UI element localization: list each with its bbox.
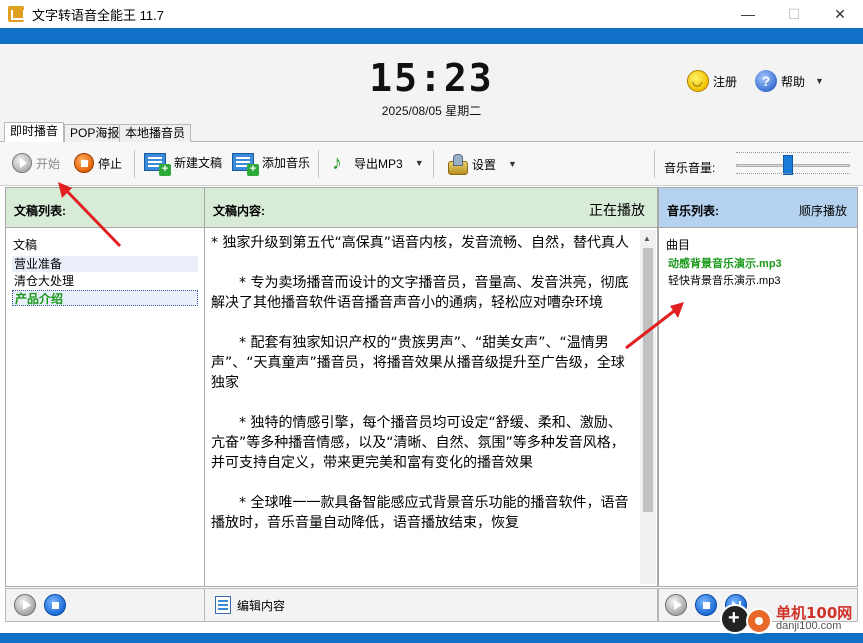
chevron-down-icon[interactable]: ▼ <box>508 159 517 169</box>
settings-label: 设置 <box>472 157 497 172</box>
music-list: 曲目 动感背景音乐演示.mp3 轻快背景音乐演示.mp3 <box>662 230 854 583</box>
music-list-panel: 音乐列表: 顺序播放 曲目 动感背景音乐演示.mp3 轻快背景音乐演示.mp3 <box>658 187 858 587</box>
content-paragraph: * 配套有独家知识产权的“贵族男声”、“甜美女声”、“温情男声”、“天真童声”播… <box>211 335 625 391</box>
content-paragraph: * 独家升级到第五代“高保真”语音内核，发音流畅、自然，替代真人 <box>211 235 629 251</box>
list-item-playing[interactable]: 动感背景音乐演示.mp3 <box>668 256 848 272</box>
content-paragraph: * 独特的情感引擎，每个播音员均可设定“舒缓、柔和、激励、亢奋”等多种播音情感，… <box>211 415 625 471</box>
edit-doc-icon <box>215 596 231 614</box>
music-list-column-header: 曲目 <box>666 238 691 252</box>
play-icon[interactable] <box>14 594 36 616</box>
play-mode[interactable]: 顺序播放 <box>799 202 847 219</box>
tab-local-announcer[interactable]: 本地播音员 <box>119 124 192 142</box>
playback-status: 正在播放 <box>589 202 645 218</box>
toolbar-divider <box>433 150 434 178</box>
smiley-icon <box>687 70 709 92</box>
play-icon <box>12 153 32 173</box>
toolbar-divider <box>318 150 319 178</box>
scroll-thumb[interactable] <box>643 248 653 512</box>
list-item[interactable]: 清仓大处理 <box>12 273 198 289</box>
watermark-logo-icon <box>746 608 772 634</box>
help-icon: ? <box>755 70 777 92</box>
edit-content-button[interactable]: 编辑内容 <box>215 596 285 614</box>
doc-list-column-header: 文稿 <box>13 238 38 252</box>
volume-slider-thumb[interactable] <box>782 155 793 175</box>
export-mp3-button[interactable]: ♪ 导出MP3 ▼ <box>332 153 424 173</box>
edit-content-label: 编辑内容 <box>237 598 286 613</box>
clock-header: 15:23 2025/08/05 星期二 注册 ? 帮助 ▼ <box>0 44 863 122</box>
add-music-button[interactable]: 添加音乐 <box>232 153 311 176</box>
tab-bar: 即时播音 POP海报 本地播音员 <box>0 122 863 143</box>
doc-list-footer <box>5 588 205 622</box>
export-label: 导出MP3 <box>354 156 403 171</box>
toolbar-divider <box>654 150 655 178</box>
maximize-button[interactable]: ☐ <box>771 0 817 28</box>
volume-ticks <box>736 152 850 156</box>
stop-icon <box>74 153 94 173</box>
add-music-label: 添加音乐 <box>262 155 311 170</box>
list-item-selected[interactable]: 产品介绍 <box>12 290 198 306</box>
title-bar: 文字转语音全能王 11.7 — ☐ ✕ <box>0 0 863 28</box>
accent-strip <box>0 28 863 44</box>
music-list-title: 音乐列表: <box>667 204 719 218</box>
stop-label: 停止 <box>98 156 123 171</box>
tab-live-broadcast[interactable]: 即时播音 <box>4 122 65 143</box>
add-music-icon <box>232 153 259 176</box>
settings-button[interactable]: 设置 ▼ <box>446 153 517 175</box>
doc-content-text[interactable]: * 独家升级到第五代“高保真”语音内核，发音流畅、自然，替代真人 * 专为卖场播… <box>207 230 639 584</box>
content-paragraph: * 专为卖场播音而设计的文字播音员，音量高、发音洪亮，彻底解决了其他播音软件语音… <box>211 275 629 311</box>
scroll-up-icon[interactable]: ▲ <box>643 234 651 243</box>
stop-button[interactable]: 停止 <box>74 153 122 173</box>
tab-pop-poster[interactable]: POP海报 <box>64 124 126 142</box>
clock-date: 2025/08/05 星期二 <box>381 104 482 118</box>
chevron-down-icon[interactable]: ▼ <box>415 158 424 168</box>
content-scrollbar[interactable]: ▲ <box>640 230 656 584</box>
help-label: 帮助 <box>781 74 806 89</box>
app-icon <box>8 6 25 22</box>
register-button[interactable]: 注册 <box>687 70 737 92</box>
stop-icon[interactable] <box>695 594 717 616</box>
new-doc-label: 新建文稿 <box>174 155 223 170</box>
watermark-url: danji100.com <box>776 620 842 632</box>
start-button[interactable]: 开始 <box>12 153 60 173</box>
volume-slider[interactable] <box>736 164 850 167</box>
list-item[interactable]: 营业准备 <box>12 256 198 272</box>
doc-content-header: 文稿内容: 正在播放 <box>205 188 657 228</box>
doc-list-header: 文稿列表: <box>6 188 204 228</box>
doc-list-title: 文稿列表: <box>14 204 66 218</box>
play-icon[interactable] <box>665 594 687 616</box>
stop-icon[interactable] <box>44 594 66 616</box>
doc-list-panel: 文稿列表: 文稿 营业准备 清仓大处理 产品介绍 <box>5 187 205 587</box>
chevron-down-icon: ▼ <box>815 76 824 86</box>
help-button[interactable]: ? 帮助 ▼ <box>755 70 824 92</box>
watermark: 单机100网 danji100.com <box>716 596 863 636</box>
volume-ticks <box>736 173 850 177</box>
doc-content-panel: 文稿内容: 正在播放 * 独家升级到第五代“高保真”语音内核，发音流畅、自然，替… <box>204 187 658 587</box>
minimize-button[interactable]: — <box>725 0 771 28</box>
new-doc-button[interactable]: 新建文稿 <box>144 153 223 176</box>
close-button[interactable]: ✕ <box>817 0 863 28</box>
music-list-header: 音乐列表: 顺序播放 <box>659 188 857 228</box>
doc-content-footer: 编辑内容 <box>204 588 658 622</box>
doc-content-title: 文稿内容: <box>213 204 265 218</box>
window-title: 文字转语音全能王 11.7 <box>32 7 164 23</box>
start-label: 开始 <box>36 156 61 171</box>
toolbar: 开始 停止 新建文稿 添加音乐 ♪ 导出MP3 ▼ 设置 ▼ 音乐音量: <box>0 142 863 186</box>
volume-label: 音乐音量: <box>664 161 716 175</box>
new-doc-icon <box>144 153 171 176</box>
list-item[interactable]: 轻快背景音乐演示.mp3 <box>668 273 848 289</box>
music-note-icon: ♪ <box>332 152 342 174</box>
window-controls: — ☐ ✕ <box>725 0 863 28</box>
doc-list: 文稿 营业准备 清仓大处理 产品介绍 <box>9 230 201 583</box>
toolbar-divider <box>134 150 135 178</box>
content-paragraph: * 全球唯一一款具备智能感应式背景音乐功能的播音软件，语音播放时，音乐音量自动降… <box>211 495 629 531</box>
settings-icon <box>446 153 468 175</box>
register-label: 注册 <box>713 74 738 89</box>
